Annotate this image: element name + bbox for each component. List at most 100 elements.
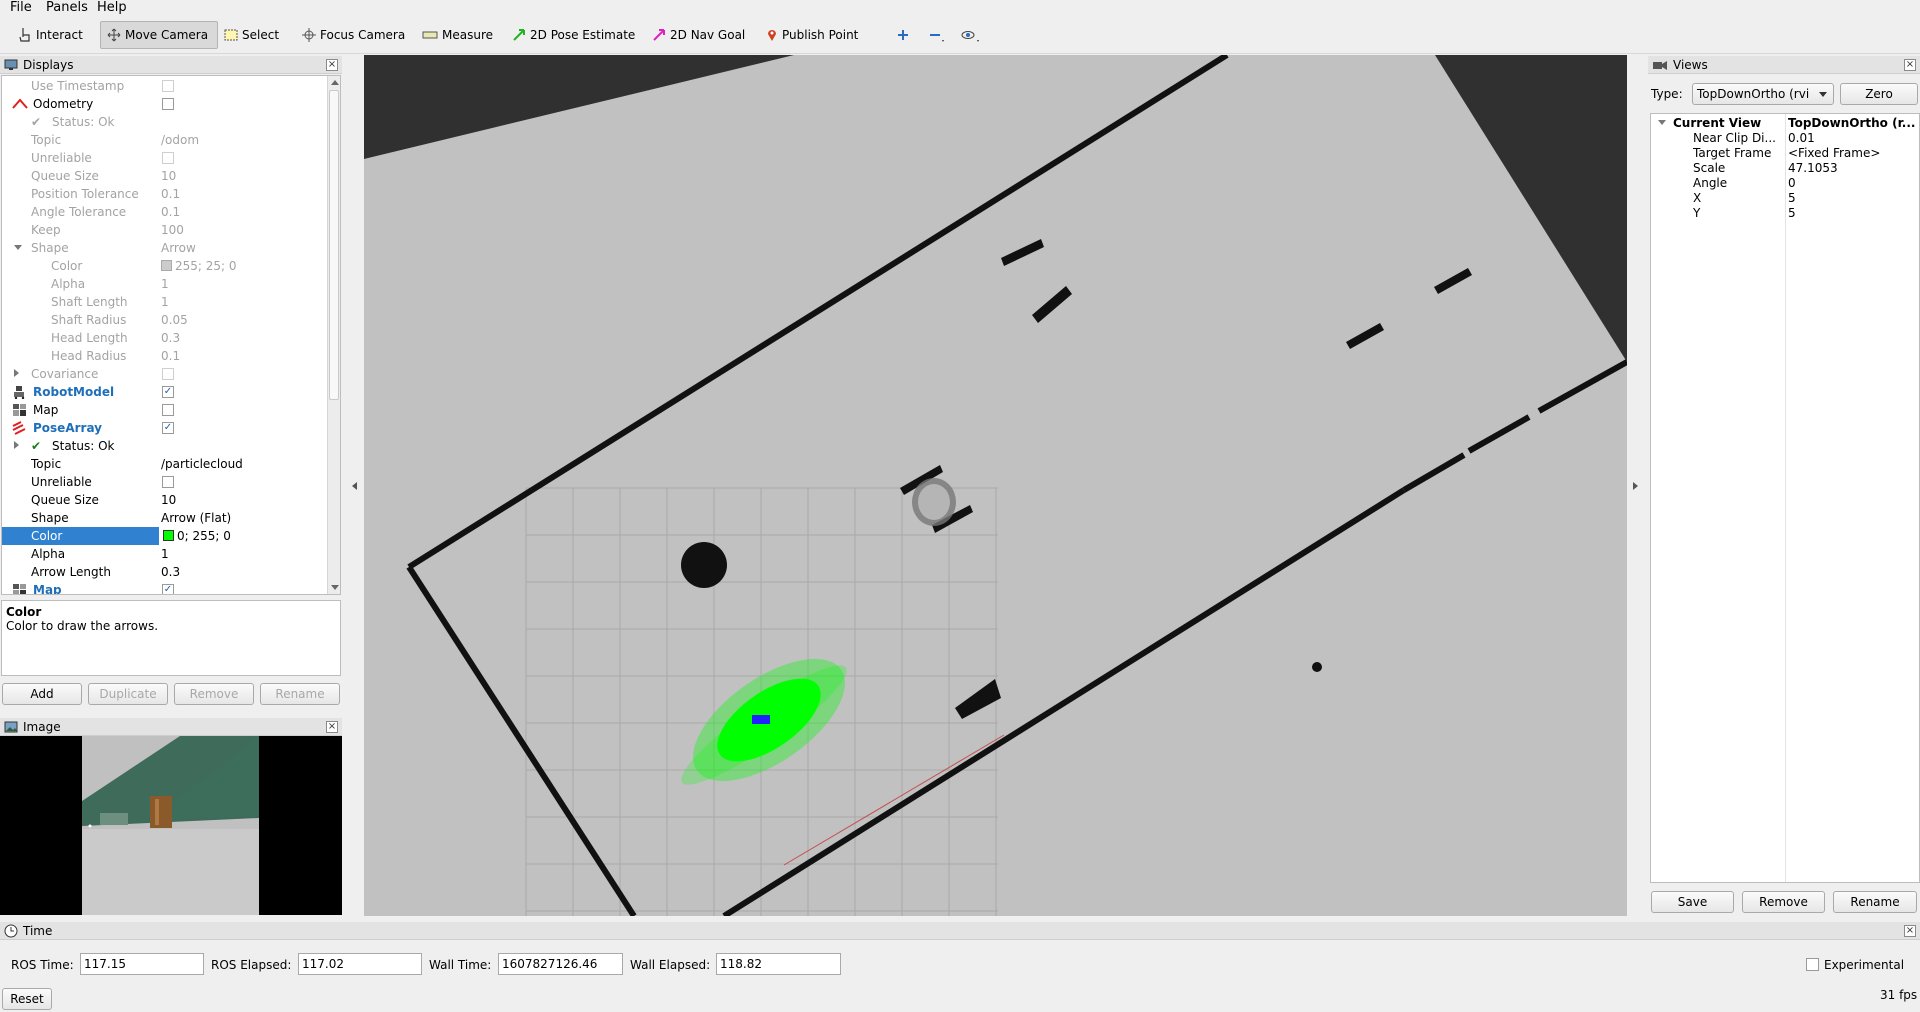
ros-elapsed-field[interactable]: 117.02 (298, 953, 422, 975)
tree-row-posearray[interactable]: PoseArray ✓ (2, 419, 329, 437)
unreliable-checkbox[interactable] (162, 152, 174, 164)
collapse-left-icon[interactable] (352, 482, 357, 490)
tree-row-covariance[interactable]: Covariance (2, 365, 329, 383)
color-swatch[interactable] (163, 530, 174, 541)
tree-row-posearray-topic[interactable]: Topic /particlecloud (2, 455, 329, 473)
nav-goal-tool[interactable]: 2D Nav Goal (646, 21, 751, 49)
save-view-button[interactable]: Save (1651, 891, 1734, 913)
view-row-current-view[interactable]: Current View TopDownOrtho (r... (1651, 116, 1919, 131)
tree-row-head-radius[interactable]: Head Radius 0.1 (2, 347, 329, 365)
tree-row-map[interactable]: Map (2, 401, 329, 419)
camera-image (0, 736, 342, 915)
tree-row-posearray-status[interactable]: ✔ Status: Ok (2, 437, 329, 455)
tree-row-shaft-length[interactable]: Shaft Length 1 (2, 293, 329, 311)
experimental-checkbox[interactable] (1806, 958, 1819, 971)
map-checkbox[interactable] (162, 404, 174, 416)
focus-camera-tool[interactable]: Focus Camera (296, 21, 411, 49)
scroll-down-icon[interactable] (331, 585, 339, 590)
tree-row-map-2[interactable]: Map ✓ (2, 581, 329, 594)
collapse-arrow-icon[interactable] (14, 369, 19, 377)
rename-view-button[interactable]: Rename (1833, 891, 1917, 913)
tree-row-posearray-unreliable[interactable]: Unreliable (2, 473, 329, 491)
covariance-checkbox[interactable] (162, 368, 174, 380)
remove-display-button[interactable]: Remove (174, 683, 254, 705)
map-render[interactable] (364, 55, 1627, 916)
tree-row-posearray-shape[interactable]: Shape Arrow (Flat) (2, 509, 329, 527)
pose-estimate-tool[interactable]: 2D Pose Estimate (506, 21, 641, 49)
odometry-checkbox[interactable] (162, 98, 174, 110)
menu-help[interactable]: Help (97, 0, 127, 15)
view-row-target-frame[interactable]: Target Frame <Fixed Frame> (1651, 146, 1919, 161)
collapse-right-icon[interactable] (1633, 482, 1638, 490)
remove-tool-button[interactable] (922, 21, 956, 49)
posearray-checkbox[interactable]: ✓ (162, 422, 174, 434)
ros-time-field[interactable]: 117.15 (80, 953, 204, 975)
hand-pointer-icon (19, 28, 30, 42)
crosshair-icon (302, 28, 316, 42)
add-display-button[interactable]: Add (2, 683, 82, 705)
robotmodel-checkbox[interactable]: ✓ (162, 386, 174, 398)
rename-display-button[interactable]: Rename (260, 683, 340, 705)
tree-row-topic[interactable]: Topic /odom (2, 131, 329, 149)
tree-row-posearray-queue-size[interactable]: Queue Size 10 (2, 491, 329, 509)
tree-row-robotmodel[interactable]: RobotModel ✓ (2, 383, 329, 401)
close-icon[interactable]: × (326, 721, 338, 733)
remove-view-button[interactable]: Remove (1742, 891, 1825, 913)
move-camera-tool[interactable]: Move Camera (100, 21, 218, 49)
check-icon: ✔ (31, 439, 42, 453)
wall-time-field[interactable]: 1607827126.46 (498, 953, 623, 975)
close-icon[interactable]: × (1904, 925, 1916, 937)
view-type-select[interactable]: TopDownOrtho (rvi (1692, 83, 1834, 105)
use-timestamp-checkbox[interactable] (162, 80, 174, 92)
interact-tool[interactable]: Interact (12, 21, 89, 49)
expand-arrow-icon[interactable] (1658, 120, 1666, 125)
publish-point-tool[interactable]: Publish Point (760, 21, 864, 49)
tree-row-unreliable[interactable]: Unreliable (2, 149, 329, 167)
menu-file[interactable]: File (10, 0, 32, 15)
posearray-unreliable-checkbox[interactable] (162, 476, 174, 488)
zero-button[interactable]: Zero (1840, 83, 1918, 105)
render-viewport[interactable] (364, 55, 1627, 916)
ros-time-label: ROS Time: (11, 958, 74, 972)
view-row-x[interactable]: X 5 (1651, 191, 1919, 206)
tree-row-use-timestamp[interactable]: Use Timestamp (2, 77, 329, 95)
view-options-button[interactable] (954, 21, 992, 49)
view-row-near-clip[interactable]: Near Clip Di... 0.01 (1651, 131, 1919, 146)
tree-row-posearray-color[interactable]: Color 0; 255; 0 (2, 527, 329, 545)
select-tool[interactable]: Select (218, 21, 285, 49)
color-swatch (161, 260, 172, 271)
tree-row-queue-size[interactable]: Queue Size 10 (2, 167, 329, 185)
tree-row-alpha[interactable]: Alpha 1 (2, 275, 329, 293)
add-tool-button[interactable] (890, 21, 920, 49)
map-2-checkbox[interactable]: ✓ (162, 584, 174, 594)
expand-arrow-icon[interactable] (14, 245, 22, 250)
displays-scrollbar[interactable] (327, 76, 340, 594)
description-text: Color to draw the arrows. (6, 619, 159, 633)
menu-panels[interactable]: Panels (46, 0, 88, 15)
tree-row-angle-tolerance[interactable]: Angle Tolerance 0.1 (2, 203, 329, 221)
tree-row-shaft-radius[interactable]: Shaft Radius 0.05 (2, 311, 329, 329)
tree-row-head-length[interactable]: Head Length 0.3 (2, 329, 329, 347)
tree-row-color[interactable]: Color 255; 25; 0 (2, 257, 329, 275)
close-icon[interactable]: × (1904, 59, 1916, 71)
tree-row-keep[interactable]: Keep 100 (2, 221, 329, 239)
duplicate-display-button[interactable]: Duplicate (88, 683, 168, 705)
tree-row-posearray-alpha[interactable]: Alpha 1 (2, 545, 329, 563)
tree-row-posearray-arrow-length[interactable]: Arrow Length 0.3 (2, 563, 329, 581)
tree-row-shape[interactable]: Shape Arrow (2, 239, 329, 257)
scroll-thumb[interactable] (329, 90, 339, 400)
check-icon: ✔ (31, 115, 42, 129)
close-icon[interactable]: × (326, 59, 338, 71)
tree-row-position-tolerance[interactable]: Position Tolerance 0.1 (2, 185, 329, 203)
displays-tree: Use Timestamp Odometry ✔ Status: Ok Topi… (1, 75, 341, 595)
image-panel: Image × (0, 718, 342, 917)
view-row-scale[interactable]: Scale 47.1053 (1651, 161, 1919, 176)
view-row-angle[interactable]: Angle 0 (1651, 176, 1919, 191)
view-row-y[interactable]: Y 5 (1651, 206, 1919, 221)
tree-row-odometry[interactable]: Odometry (2, 95, 329, 113)
wall-elapsed-field[interactable]: 118.82 (716, 953, 841, 975)
measure-tool[interactable]: Measure (416, 21, 499, 49)
collapse-arrow-icon[interactable] (14, 441, 19, 449)
reset-button[interactable]: Reset (2, 988, 52, 1010)
scroll-up-icon[interactable] (331, 80, 339, 85)
